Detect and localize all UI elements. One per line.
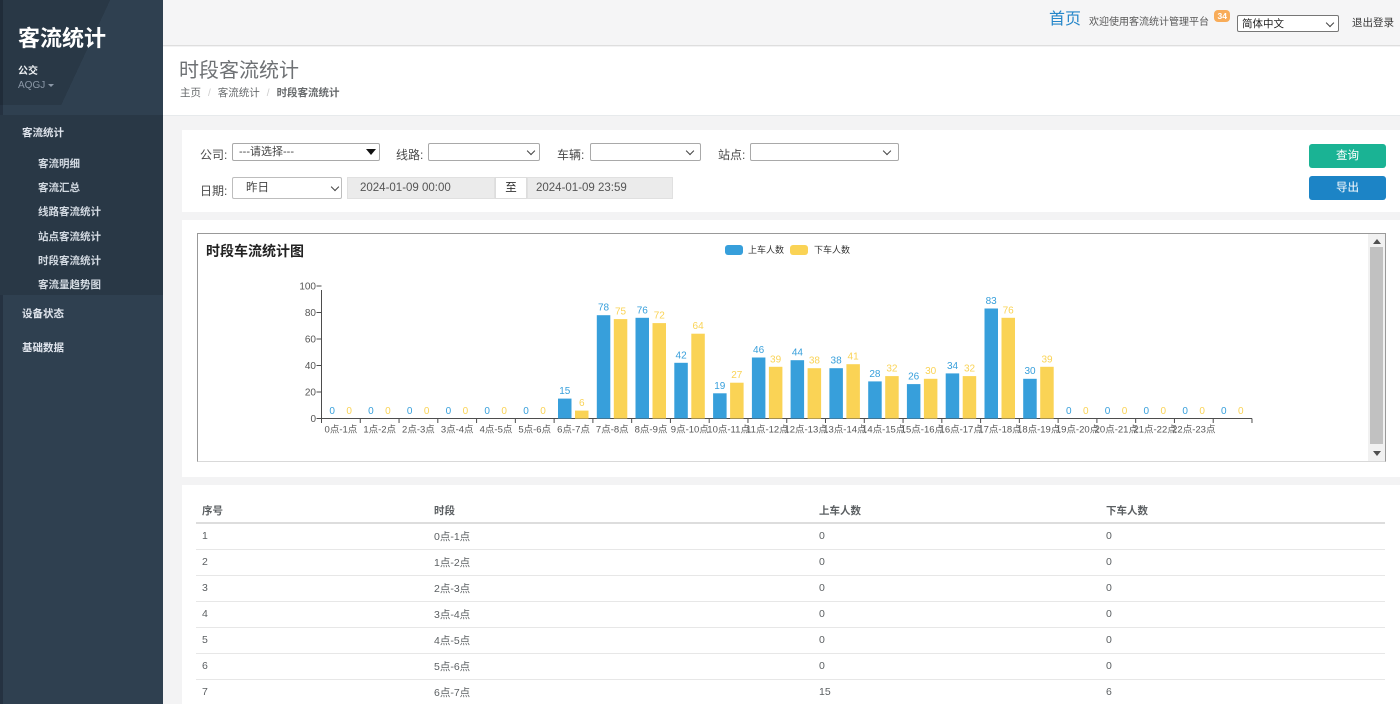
svg-text:0: 0 [1199, 406, 1205, 417]
svg-text:9点-10点: 9点-10点 [671, 425, 710, 436]
svg-text:21点-22点: 21点-22点 [1133, 425, 1177, 436]
svg-text:64: 64 [693, 321, 705, 332]
svg-text:11点-12点: 11点-12点 [746, 425, 789, 436]
svg-text:80: 80 [305, 308, 317, 319]
svg-text:20点-21点: 20点-21点 [1095, 425, 1139, 436]
svg-text:1点-2点: 1点-2点 [363, 425, 396, 436]
svg-text:0: 0 [407, 406, 413, 417]
svg-text:0: 0 [1238, 406, 1244, 417]
svg-text:5点-6点: 5点-6点 [518, 425, 551, 436]
svg-text:12点-13点: 12点-13点 [784, 425, 828, 436]
svg-text:7点-8点: 7点-8点 [596, 425, 629, 436]
svg-text:0: 0 [385, 406, 391, 417]
svg-text:18点-19点: 18点-19点 [1017, 425, 1061, 436]
svg-text:0: 0 [346, 406, 352, 417]
svg-text:15: 15 [559, 386, 571, 397]
svg-text:40: 40 [305, 361, 317, 372]
svg-text:26: 26 [908, 372, 920, 383]
svg-text:0: 0 [1221, 406, 1227, 417]
svg-text:0: 0 [463, 406, 469, 417]
svg-text:0: 0 [1144, 406, 1150, 417]
svg-text:44: 44 [792, 348, 804, 359]
svg-text:0: 0 [540, 406, 546, 417]
svg-text:19点-20点: 19点-20点 [1056, 425, 1100, 436]
svg-text:16点-17点: 16点-17点 [940, 425, 984, 436]
svg-text:78: 78 [598, 303, 610, 314]
svg-text:0: 0 [368, 406, 374, 417]
svg-text:30: 30 [1024, 366, 1036, 377]
svg-text:0: 0 [1066, 406, 1072, 417]
svg-text:46: 46 [753, 345, 765, 356]
svg-text:83: 83 [986, 296, 998, 307]
svg-text:15点-16点: 15点-16点 [901, 425, 945, 436]
svg-text:0点-1点: 0点-1点 [325, 425, 358, 436]
svg-text:30: 30 [925, 366, 937, 377]
svg-text:100: 100 [299, 282, 316, 293]
svg-text:42: 42 [676, 350, 688, 361]
svg-text:0: 0 [1161, 406, 1167, 417]
svg-text:39: 39 [1041, 354, 1053, 365]
svg-text:0: 0 [1122, 406, 1128, 417]
svg-text:0: 0 [1182, 406, 1188, 417]
svg-text:27: 27 [731, 370, 743, 381]
svg-text:72: 72 [654, 311, 666, 322]
svg-text:41: 41 [848, 352, 860, 363]
svg-text:0: 0 [446, 406, 452, 417]
svg-text:0: 0 [484, 406, 490, 417]
svg-text:0: 0 [1083, 406, 1089, 417]
svg-text:32: 32 [964, 364, 976, 375]
svg-text:6: 6 [579, 398, 585, 409]
svg-text:75: 75 [615, 307, 627, 318]
svg-text:34: 34 [947, 361, 959, 372]
svg-text:32: 32 [886, 364, 898, 375]
svg-text:19: 19 [714, 381, 726, 392]
svg-text:4点-5点: 4点-5点 [480, 425, 513, 436]
svg-text:0: 0 [1105, 406, 1111, 417]
svg-text:0: 0 [424, 406, 430, 417]
svg-text:6点-7点: 6点-7点 [557, 425, 590, 436]
svg-text:0: 0 [501, 406, 507, 417]
svg-text:38: 38 [831, 356, 843, 367]
svg-text:3点-4点: 3点-4点 [441, 425, 474, 436]
svg-text:17点-18点: 17点-18点 [978, 425, 1022, 436]
svg-text:60: 60 [305, 335, 317, 346]
svg-text:22点-23点: 22点-23点 [1172, 425, 1216, 436]
svg-text:38: 38 [809, 356, 821, 367]
svg-text:13点-14点: 13点-14点 [823, 425, 867, 436]
svg-text:0: 0 [329, 406, 335, 417]
svg-text:39: 39 [770, 354, 782, 365]
svg-text:14点-15点: 14点-15点 [862, 425, 906, 436]
svg-text:0: 0 [523, 406, 529, 417]
svg-text:2点-3点: 2点-3点 [402, 425, 435, 436]
svg-text:8点-9点: 8点-9点 [635, 425, 668, 436]
svg-text:76: 76 [1003, 305, 1015, 316]
svg-text:10点-11点: 10点-11点 [707, 425, 750, 436]
svg-text:0: 0 [310, 414, 316, 425]
svg-text:76: 76 [637, 305, 649, 316]
svg-text:28: 28 [869, 369, 881, 380]
svg-text:20: 20 [305, 388, 317, 399]
